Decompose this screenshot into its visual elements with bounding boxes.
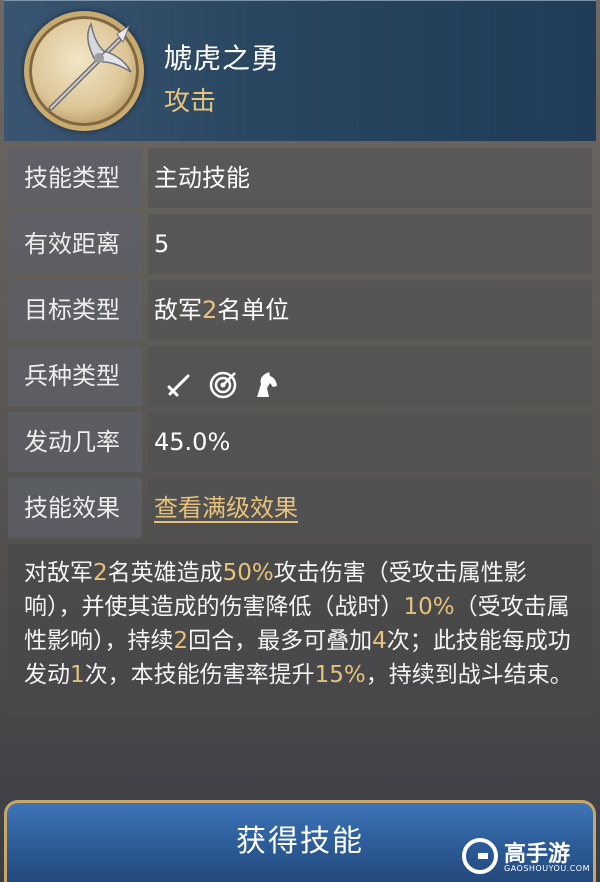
halberd-icon <box>24 11 144 131</box>
row-skill-type: 技能类型 主动技能 <box>8 148 592 208</box>
watermark-logo: 高手游 GAOSHOUYOU.COM <box>462 838 592 880</box>
row-value: 5 <box>148 214 592 274</box>
row-label: 发动几率 <box>8 412 142 472</box>
description-fade <box>8 680 592 714</box>
desc-number: 2 <box>93 560 108 586</box>
skill-name: 虓虎之勇 <box>164 42 281 75</box>
skill-attributes: 技能类型 主动技能 有效距离 5 目标类型 敌军2名单位 兵种类型 发动几率 4… <box>8 148 592 544</box>
row-skill-effect: 技能效果 查看满级效果 <box>8 478 592 538</box>
row-target-type: 目标类型 敌军2名单位 <box>8 280 592 340</box>
row-value <box>148 346 592 406</box>
row-value: 敌军2名单位 <box>148 280 592 340</box>
target-count: 2 <box>202 296 218 324</box>
sword-icon <box>164 362 194 397</box>
desc-number: 4 <box>372 628 387 654</box>
desc-number: 2 <box>173 628 189 654</box>
skill-header: 虓虎之勇 攻击 <box>4 0 596 141</box>
row-label: 兵种类型 <box>8 346 142 406</box>
row-value: 主动技能 <box>148 148 592 208</box>
watermark-sub: GAOSHOUYOU.COM <box>504 864 591 873</box>
row-label: 目标类型 <box>8 280 142 340</box>
row-unit-type: 兵种类型 <box>8 346 592 406</box>
desc-text: 对敌军 <box>24 560 93 586</box>
row-value: 查看满级效果 <box>148 478 592 538</box>
view-max-level-link[interactable]: 查看满级效果 <box>154 494 298 522</box>
target-icon <box>208 362 238 399</box>
row-range: 有效距离 5 <box>8 214 592 274</box>
value-text: 名单位 <box>217 296 290 324</box>
desc-number: 50% <box>222 560 274 586</box>
skill-category: 攻击 <box>164 87 217 117</box>
row-trigger-rate: 发动几率 45.0% <box>8 412 592 472</box>
desc-text: 名英雄造成 <box>107 560 223 586</box>
row-label: 技能效果 <box>8 478 142 538</box>
desc-number: 10% <box>403 594 455 620</box>
row-value: 45.0% <box>148 412 592 472</box>
row-label: 有效距离 <box>8 214 142 274</box>
horse-icon <box>251 362 281 397</box>
desc-text: 回合，最多可叠加 <box>188 628 373 654</box>
logo-icon <box>462 838 498 874</box>
value-text: 敌军 <box>154 296 202 324</box>
row-label: 技能类型 <box>8 148 142 208</box>
